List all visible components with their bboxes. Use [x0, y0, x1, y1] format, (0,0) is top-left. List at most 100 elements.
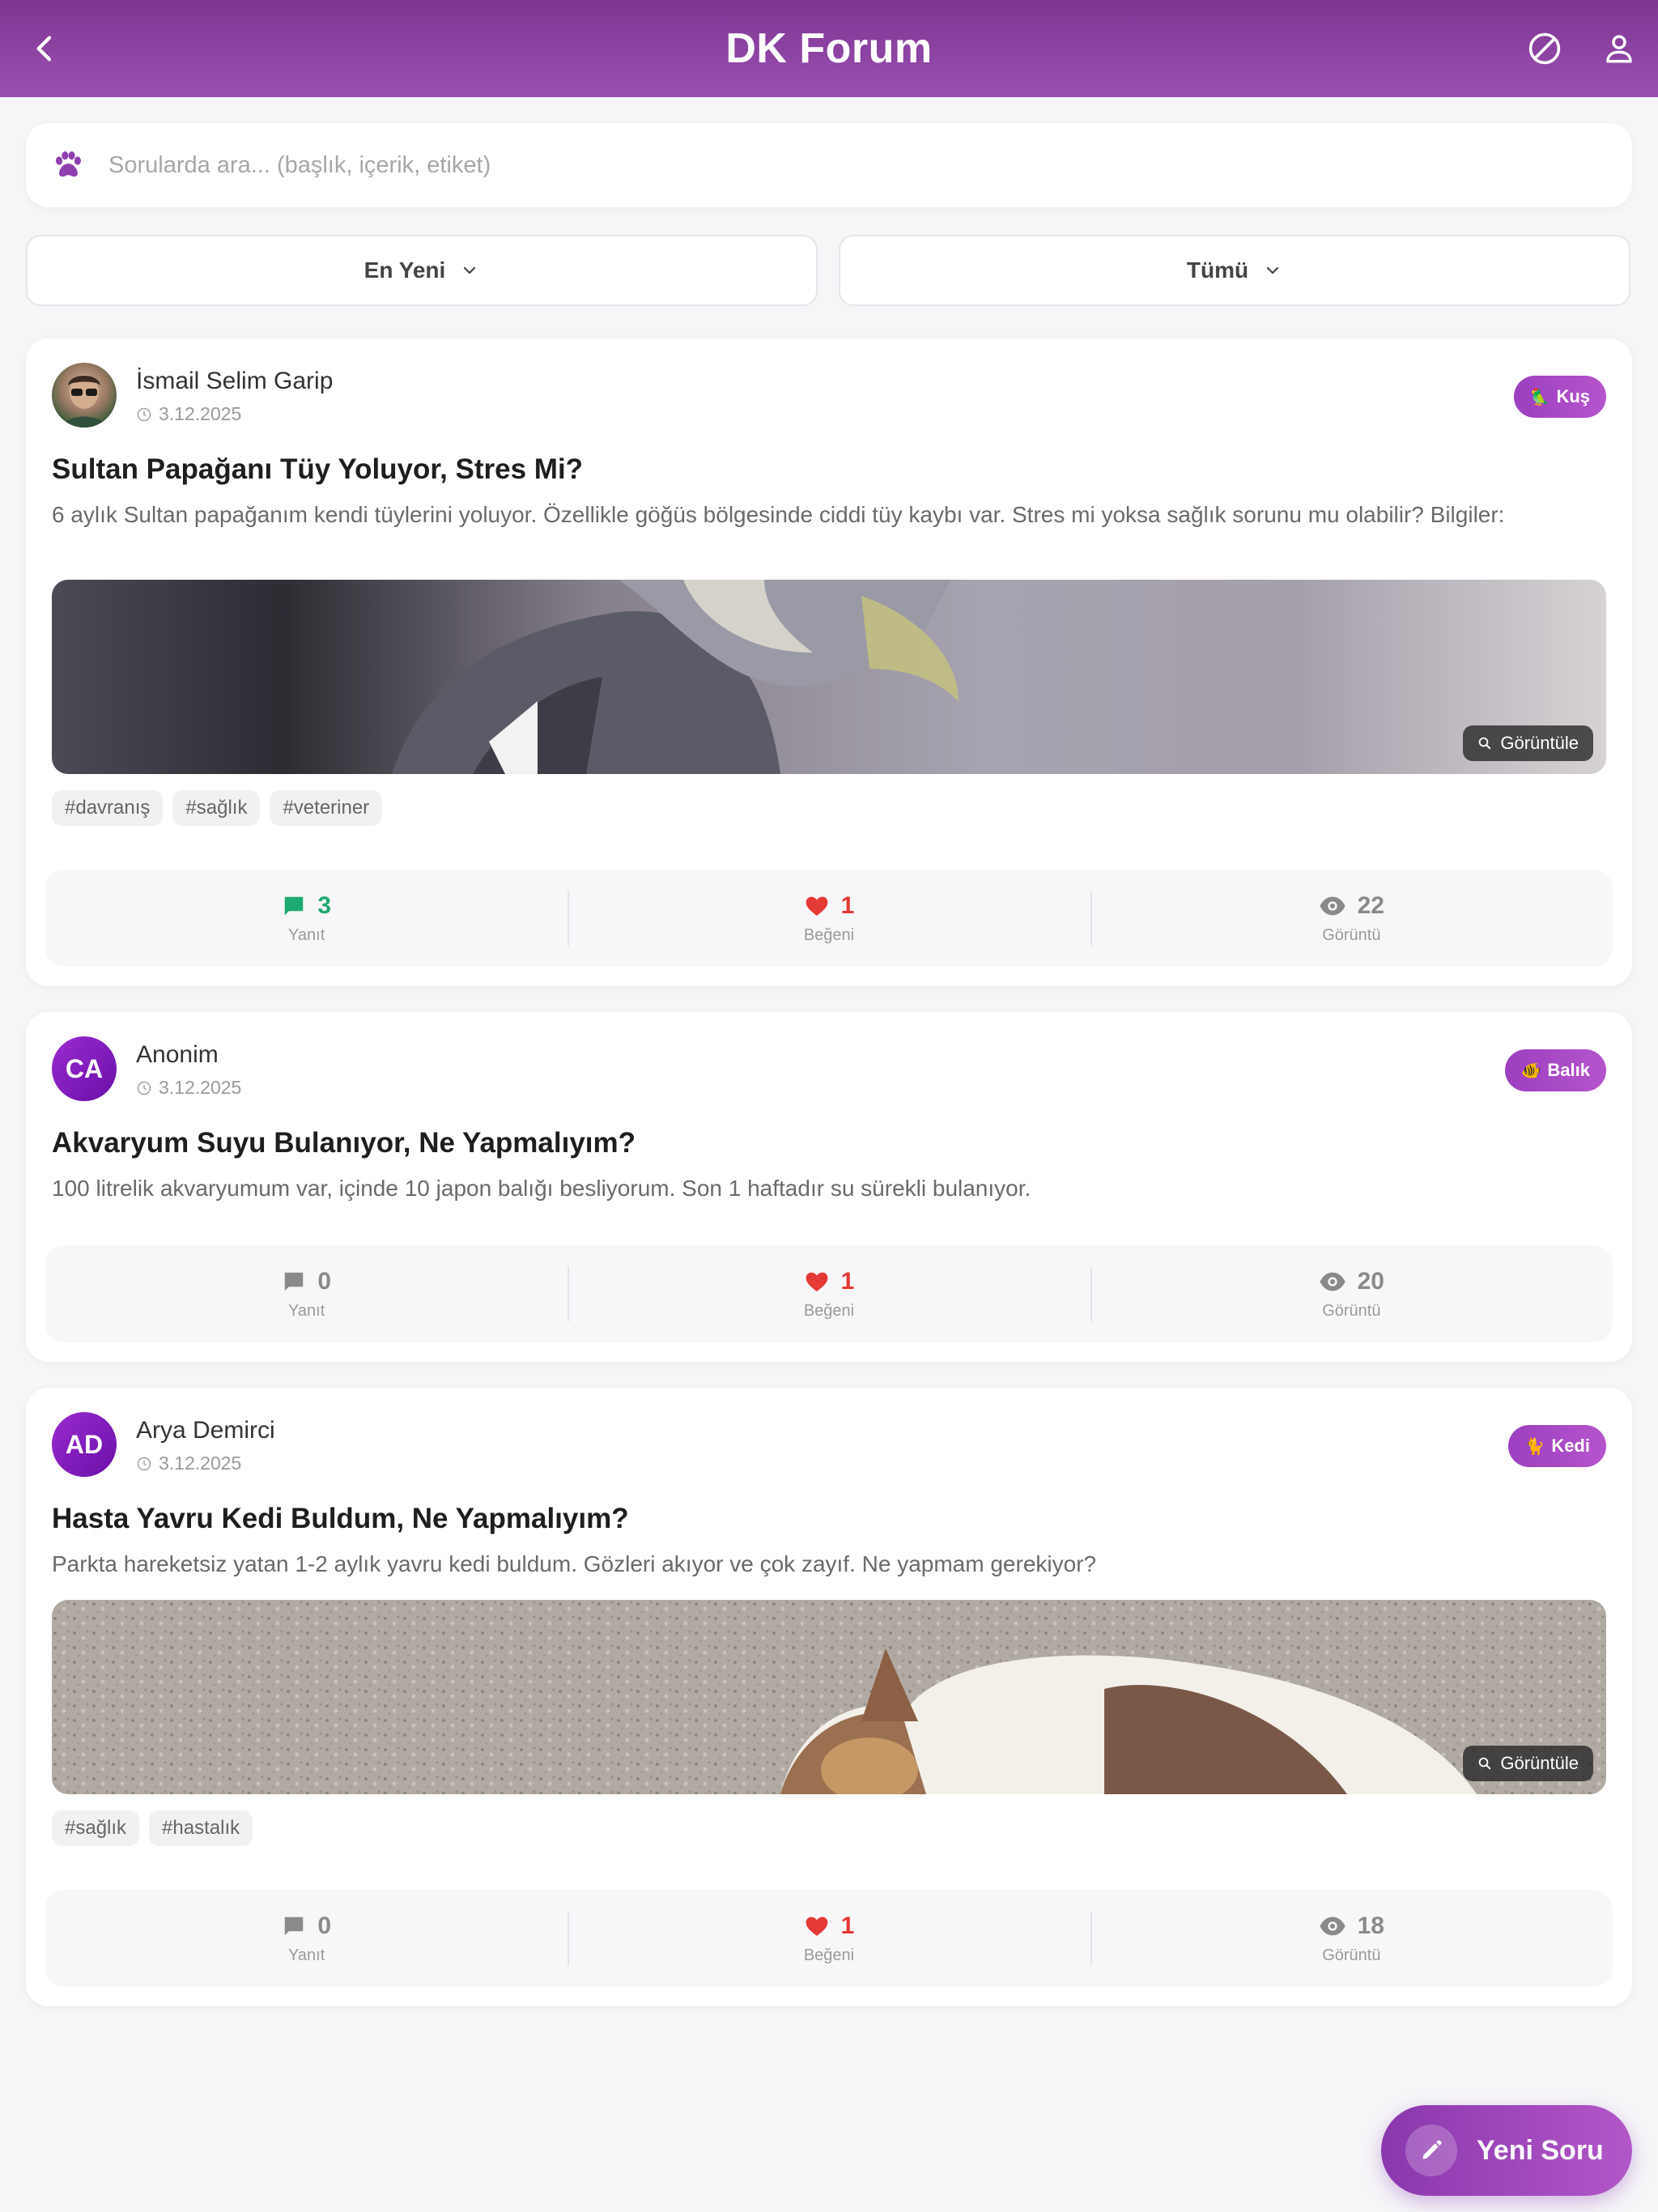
post-date-text: 3.12.2025	[159, 1453, 242, 1474]
category-dropdown-label: Tümü	[1186, 257, 1249, 283]
heart-icon	[806, 1272, 827, 1291]
question-body: 100 litrelik akvaryumum var, içinde 10 j…	[52, 1176, 1031, 1201]
category-dropdown[interactable]: Tümü	[839, 235, 1630, 306]
chevron-down-icon	[1267, 266, 1279, 274]
eye-icon	[1320, 896, 1346, 915]
replies-label: Yanıt	[288, 1301, 325, 1320]
author-name[interactable]: Arya Demirci	[136, 1417, 275, 1444]
replies-stat[interactable]: 0 Yanıt	[45, 1890, 568, 1987]
views-label: Görüntü	[1322, 1946, 1381, 1964]
post-date-text: 3.12.2025	[159, 1077, 242, 1098]
replies-stat[interactable]: 3 Yanıt	[45, 870, 568, 967]
tag[interactable]: #sağlık	[52, 1810, 140, 1846]
bird-icon: 🦜	[1529, 388, 1550, 406]
search-bar	[26, 123, 1632, 207]
tag[interactable]: #davranış	[52, 790, 164, 826]
tag[interactable]: #veteriner	[270, 790, 383, 826]
likes-label: Beğeni	[803, 925, 855, 944]
stats-bar: 3 Yanıt 1 Beğeni 22 Görüntü	[45, 870, 1613, 967]
replies-count: 3	[317, 891, 331, 919]
question-title[interactable]: Akvaryum Suyu Bulanıyor, Ne Yapmalıyım?	[52, 1127, 636, 1159]
question-title[interactable]: Sultan Papağanı Tüy Yoluyor, Stres Mi?	[52, 453, 583, 486]
views-stat: 20 Görüntü	[1090, 1245, 1613, 1342]
category-badge-label: Balık	[1547, 1060, 1590, 1080]
view-image-label: Görüntüle	[1500, 733, 1579, 753]
eye-icon	[1320, 1916, 1346, 1935]
question-body: 6 aylık Sultan papağanım kendi tüylerini…	[52, 502, 1505, 527]
heart-icon	[806, 1916, 827, 1936]
likes-stat[interactable]: 1 Beğeni	[568, 1890, 1090, 1987]
views-label: Görüntü	[1322, 1301, 1381, 1320]
cat-icon: 🐈	[1524, 1437, 1545, 1456]
replies-count: 0	[317, 1267, 331, 1295]
zoom-icon	[1479, 1757, 1491, 1770]
sort-dropdown-label: En Yeni	[363, 257, 446, 283]
likes-count: 1	[840, 1912, 855, 1939]
author-name[interactable]: İsmail Selim Garip	[136, 368, 333, 395]
view-image-button[interactable]: Görüntüle	[1463, 1746, 1593, 1781]
eye-icon	[1320, 1272, 1346, 1291]
views-label: Görüntü	[1322, 925, 1381, 944]
question-card[interactable]: İsmail Selim Garip 3.12.2025 🦜 Kuş Sulta…	[26, 338, 1632, 986]
zoom-icon	[1479, 737, 1491, 750]
tag[interactable]: #hastalık	[149, 1810, 253, 1846]
sort-dropdown[interactable]: En Yeni	[26, 235, 818, 306]
post-date: 3.12.2025	[136, 403, 241, 425]
likes-label: Beğeni	[803, 1946, 855, 1964]
comment-icon	[285, 1916, 304, 1935]
stats-bar: 0 Yanıt 1 Beğeni 18 Görüntü	[45, 1890, 1613, 1987]
block-icon	[1528, 32, 1561, 65]
likes-count: 1	[840, 1267, 855, 1295]
new-question-button[interactable]: Yeni Soru	[1381, 2105, 1632, 2196]
tag[interactable]: #sağlık	[172, 790, 261, 826]
replies-stat[interactable]: 0 Yanıt	[45, 1245, 568, 1342]
clock-icon	[137, 1081, 151, 1095]
likes-stat[interactable]: 1 Beğeni	[568, 870, 1090, 967]
comment-icon	[285, 1272, 304, 1291]
author-name[interactable]: Anonim	[136, 1041, 219, 1069]
view-image-label: Görüntüle	[1500, 1753, 1579, 1773]
views-stat: 18 Görüntü	[1090, 1890, 1613, 1987]
question-image[interactable]: Görüntüle	[52, 580, 1606, 774]
replies-label: Yanıt	[288, 925, 325, 944]
question-title[interactable]: Hasta Yavru Kedi Buldum, Ne Yapmalıyım?	[52, 1503, 629, 1535]
avatar: CA	[52, 1036, 117, 1101]
question-body: Parkta hareketsiz yatan 1-2 aylık yavru …	[52, 1551, 1097, 1576]
likes-label: Beğeni	[803, 1301, 855, 1320]
category-badge[interactable]: 🐈 Kedi	[1508, 1425, 1606, 1467]
question-card[interactable]: CA Anonim 3.12.2025 🐠 Balık Akvaryum Suy…	[26, 1012, 1632, 1362]
views-count: 20	[1357, 1267, 1384, 1295]
new-question-label: Yeni Soru	[1477, 2134, 1604, 2166]
replies-count: 0	[317, 1912, 331, 1939]
block-button[interactable]	[1520, 24, 1569, 73]
post-date: 3.12.2025	[136, 1453, 241, 1474]
category-badge[interactable]: 🦜 Kuş	[1513, 376, 1606, 418]
replies-label: Yanıt	[288, 1946, 325, 1964]
chevron-left-icon	[36, 36, 52, 62]
profile-button[interactable]	[1595, 24, 1643, 73]
views-count: 18	[1357, 1912, 1384, 1939]
tag-list: #sağlık #hastalık	[52, 1810, 253, 1846]
category-badge-label: Kuş	[1556, 386, 1590, 406]
post-date-text: 3.12.2025	[159, 403, 242, 424]
fish-icon: 🐠	[1520, 1061, 1541, 1080]
pencil-icon	[1405, 2125, 1457, 2176]
category-badge[interactable]: 🐠 Balık	[1504, 1049, 1606, 1091]
avatar: AD	[52, 1412, 117, 1477]
view-image-button[interactable]: Görüntüle	[1463, 725, 1593, 761]
avatar	[52, 363, 117, 428]
search-input[interactable]	[108, 151, 1566, 179]
question-card[interactable]: AD Arya Demirci 3.12.2025 🐈 Kedi Hasta Y…	[26, 1388, 1632, 2006]
paw-icon	[49, 146, 87, 185]
comment-icon	[285, 896, 304, 915]
likes-stat[interactable]: 1 Beğeni	[568, 1245, 1090, 1342]
views-stat: 22 Görüntü	[1090, 870, 1613, 967]
clock-icon	[137, 1457, 151, 1470]
app-header: DK Forum	[0, 0, 1658, 97]
question-image[interactable]: Görüntüle	[52, 1600, 1606, 1794]
tag-list: #davranış #sağlık #veteriner	[52, 790, 383, 826]
category-badge-label: Kedi	[1551, 1436, 1590, 1456]
views-count: 22	[1357, 891, 1384, 919]
person-icon	[1606, 35, 1632, 63]
back-button[interactable]	[21, 24, 70, 73]
